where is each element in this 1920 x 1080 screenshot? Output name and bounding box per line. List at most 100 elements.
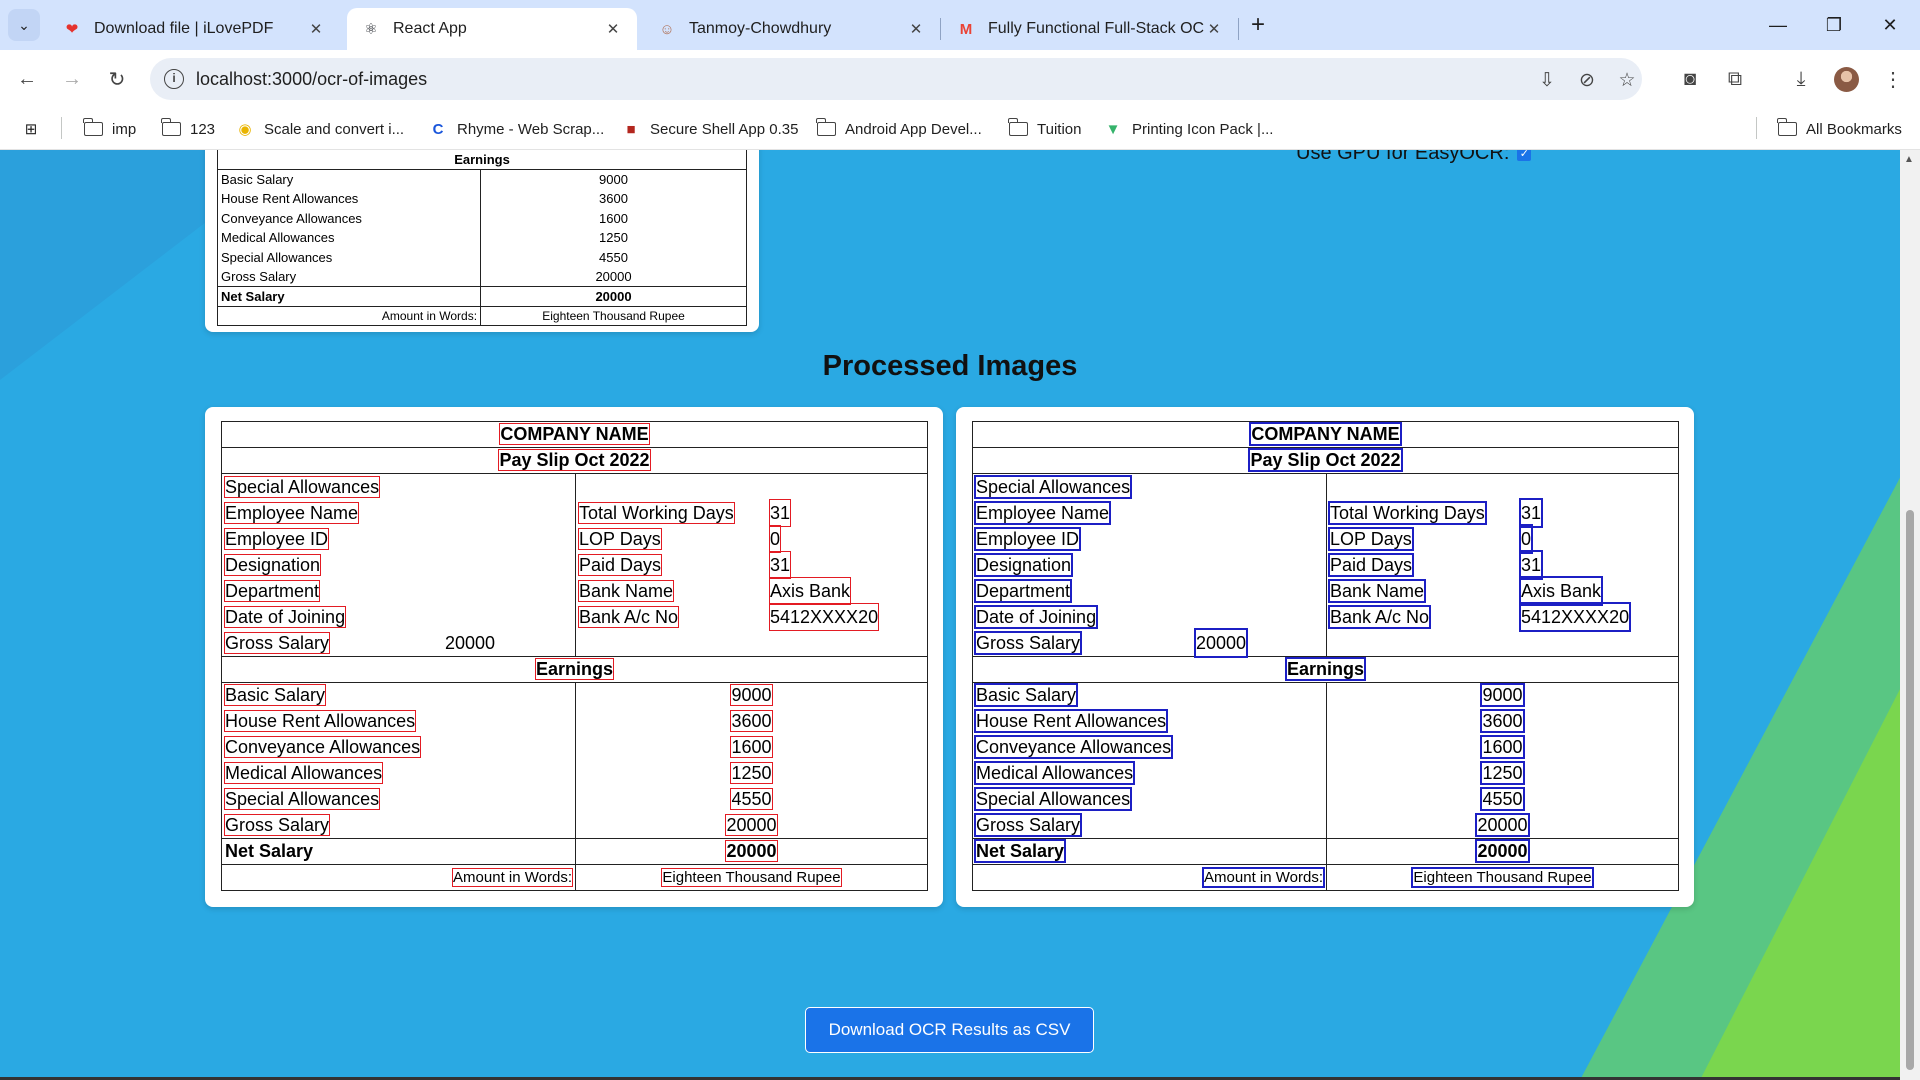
field-label: Employee Name xyxy=(973,501,1112,525)
field-label: Date of Joining xyxy=(223,606,347,628)
field-value: 31 xyxy=(768,499,792,527)
bookmark-android[interactable]: Android App Devel... xyxy=(815,118,982,140)
earning-label: House Rent Allowances xyxy=(223,710,417,732)
earning-label: Gross Salary xyxy=(973,812,1083,837)
tab-search-button[interactable]: ⌄ xyxy=(8,9,40,41)
bookmark-label: Printing Icon Pack |... xyxy=(1132,120,1274,138)
download-csv-button[interactable]: Download OCR Results as CSV xyxy=(805,1007,1094,1053)
tab-title: React App xyxy=(393,20,467,37)
payslip-table-original: Earnings Basic Salary 9000 House Rent All… xyxy=(216,150,747,326)
company-name: COMPANY NAME xyxy=(1249,422,1402,446)
bookmark-123[interactable]: 123 xyxy=(160,118,215,140)
new-tab-button[interactable]: + xyxy=(1243,10,1273,40)
extensions-icon[interactable]: ⧉ xyxy=(1720,64,1750,94)
site-info-icon[interactable]: i xyxy=(164,69,184,89)
tab-ilovepdf[interactable]: ❤ Download file | iLovePDF ✕ xyxy=(48,8,340,50)
tab-tanmoy[interactable]: ☺ Tanmoy-Chowdhury ✕ xyxy=(643,8,940,50)
bookmark-tuition[interactable]: Tuition xyxy=(1007,118,1081,140)
amount-words-label: Amount in Words: xyxy=(216,305,482,326)
react-icon: ⚛ xyxy=(364,21,378,38)
earning-label: Gross Salary xyxy=(223,813,331,836)
menu-dots-icon[interactable]: ⋮ xyxy=(1878,64,1908,94)
row-label: Gross Salary xyxy=(216,267,482,287)
close-tab-icon[interactable]: ✕ xyxy=(603,20,623,38)
processed-image-card-easyocr: COMPANY NAME Pay Slip Oct 2022 Special A… xyxy=(205,407,943,907)
restore-icon: ❐ xyxy=(1825,14,1843,35)
ssh-icon: ■ xyxy=(626,120,636,138)
camera-icon[interactable]: ◙ xyxy=(1675,64,1705,94)
earning-value: 3600 xyxy=(1480,709,1525,733)
bank-info-cell: Total Working Days 31 LOP Days 0 Paid Days… xyxy=(575,473,928,657)
tab-gmail[interactable]: M Fully Functional Full-Stack OCR ✕ xyxy=(942,8,1238,50)
install-app-icon[interactable]: ⇩ xyxy=(1534,68,1560,92)
star-icon[interactable]: ☆ xyxy=(1614,68,1640,92)
page-viewport: Earnings Basic Salary 9000 House Rent All… xyxy=(0,150,1920,1080)
coin-icon: ◉ xyxy=(238,121,252,138)
earning-label: Special Allowances xyxy=(223,788,381,810)
net-salary-value: 20000 xyxy=(480,286,747,307)
tab-separator xyxy=(940,18,941,40)
field-value: 31 xyxy=(1518,498,1544,528)
url-text[interactable]: localhost:3000/ocr-of-images xyxy=(196,69,427,90)
close-tab-icon[interactable]: ✕ xyxy=(906,20,926,38)
earning-label: House Rent Allowances xyxy=(973,709,1169,733)
earnings-header: Earnings xyxy=(1284,657,1367,681)
row-value: 9000 xyxy=(480,169,747,189)
page-scrollbar[interactable]: ▲ xyxy=(1900,150,1920,1080)
net-salary-label: Net Salary xyxy=(221,838,576,865)
close-tab-icon[interactable]: ✕ xyxy=(306,20,326,38)
address-bar[interactable]: i localhost:3000/ocr-of-images ⇩ ⊘ ☆ xyxy=(150,58,1642,100)
close-tab-icon[interactable]: ✕ xyxy=(1204,20,1224,38)
bookmark-rhyme[interactable]: C Rhyme - Web Scrap... xyxy=(427,118,605,140)
close-window-button[interactable]: ✕ xyxy=(1862,8,1918,42)
field-label: Department xyxy=(973,579,1073,603)
minimize-button[interactable]: — xyxy=(1750,8,1806,42)
gpu-checkbox[interactable]: ✓ xyxy=(1517,150,1532,161)
field-label: LOP Days xyxy=(1328,527,1414,551)
gross-salary-label: Gross Salary xyxy=(223,632,331,654)
download-icon[interactable]: ⤓ xyxy=(1786,64,1816,94)
heart-pdf-icon: ❤ xyxy=(65,21,79,38)
earning-value: 9000 xyxy=(730,684,773,707)
original-image-card: Earnings Basic Salary 9000 House Rent All… xyxy=(205,150,759,332)
bookmark-printing[interactable]: ▼ Printing Icon Pack |... xyxy=(1102,118,1274,140)
earning-value: 3600 xyxy=(730,710,773,732)
forward-button[interactable]: → xyxy=(57,64,87,94)
field-value: 31 xyxy=(768,551,792,579)
earning-label: Medical Allowances xyxy=(973,761,1136,785)
bookmark-scale[interactable]: ◉ Scale and convert i... xyxy=(234,118,404,140)
earnings-header: Earnings xyxy=(217,150,747,170)
browser-toolbar: ← → ↻ i localhost:3000/ocr-of-images ⇩ ⊘… xyxy=(0,50,1920,108)
bookmark-label: Scale and convert i... xyxy=(264,120,405,138)
minimize-icon: — xyxy=(1769,14,1787,35)
gross-salary-value: 20000 xyxy=(1193,628,1249,658)
profile-avatar[interactable] xyxy=(1834,67,1859,92)
row-value: 3600 xyxy=(480,189,747,209)
gpu-label: Use GPU for EasyOCR: xyxy=(1296,150,1510,164)
employee-info-cell: Special Allowances Employee Name Employe… xyxy=(972,473,1327,658)
row-label: Special Allowances xyxy=(216,247,482,267)
tab-strip: ⌄ ❤ Download file | iLovePDF ✕ ⚛ React A… xyxy=(0,0,1920,50)
bookmark-imp[interactable]: imp xyxy=(82,118,136,140)
bookmarks-bar: ⊞ imp 123 ◉ Scale and convert i... C Rhyme… xyxy=(0,108,1920,150)
all-bookmarks[interactable]: All Bookmarks xyxy=(1776,118,1902,140)
back-button[interactable]: ← xyxy=(12,64,42,94)
folder-icon xyxy=(160,118,182,139)
scrollbar-thumb[interactable] xyxy=(1906,510,1914,1070)
row-label: Medical Allowances xyxy=(216,228,482,248)
apps-grid-icon: ⊞ xyxy=(24,121,38,138)
bookmark-ssh[interactable]: ■ Secure Shell App 0.35 xyxy=(620,118,798,140)
earning-label: Conveyance Allowances xyxy=(223,736,422,758)
field-label: Special Allowances xyxy=(223,476,381,498)
scroll-up-icon[interactable]: ▲ xyxy=(1904,154,1914,165)
tab-react-app[interactable]: ⚛ React App ✕ xyxy=(347,8,637,50)
apps-button[interactable]: ⊞ xyxy=(20,118,50,140)
reload-button[interactable]: ↻ xyxy=(102,64,132,94)
eye-slash-icon[interactable]: ⊘ xyxy=(1574,68,1600,92)
tab-title: Tanmoy-Chowdhury xyxy=(689,20,832,37)
bookmark-label: Rhyme - Web Scrap... xyxy=(457,120,605,138)
rhyme-icon: C xyxy=(432,120,444,138)
restore-button[interactable]: ❐ xyxy=(1806,8,1862,42)
earning-label: Conveyance Allowances xyxy=(973,735,1174,759)
field-value: 5412XXXX20 xyxy=(768,603,880,631)
